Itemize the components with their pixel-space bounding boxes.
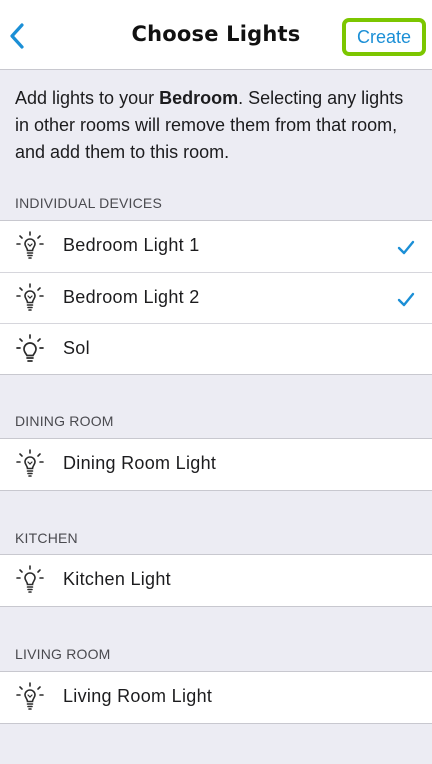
section-header-living-room: LIVING ROOM	[15, 646, 111, 662]
light-row-dining-room-light[interactable]: Dining Room Light	[0, 439, 432, 490]
intro-text: Add lights to your Bedroom. Selecting an…	[15, 85, 415, 166]
light-row-kitchen-light[interactable]: Kitchen Light	[0, 555, 432, 606]
section-header-dining-room: DINING ROOM	[15, 413, 114, 429]
intro-room-name: Bedroom	[159, 88, 239, 108]
checkmark-icon	[397, 240, 415, 255]
checkmark-icon	[397, 292, 415, 307]
create-button[interactable]: Create	[342, 18, 426, 56]
light-label: Sol	[63, 338, 90, 358]
light-label: Kitchen Light	[63, 569, 171, 589]
light-group-individual-devices: Bedroom Light 1 Bedroom Light 2 Sol	[0, 220, 432, 375]
intro-prefix: Add lights to your	[15, 88, 160, 108]
light-row-bedroom-light-1[interactable]: Bedroom Light 1	[0, 221, 432, 272]
bulb-icon	[16, 565, 44, 593]
light-group-living-room: Living Room Light	[0, 671, 432, 724]
bulb-on-icon	[16, 283, 44, 311]
round-bulb-icon	[16, 334, 44, 362]
light-row-sol[interactable]: Sol	[0, 323, 432, 374]
section-header-individual-devices: INDIVIDUAL DEVICES	[15, 195, 163, 211]
light-group-dining-room: Dining Room Light	[0, 438, 432, 491]
navigation-bar: Choose Lights Create	[0, 0, 432, 70]
bulb-on-icon	[16, 449, 44, 477]
bulb-on-icon	[16, 682, 44, 710]
light-label: Bedroom Light 2	[63, 287, 200, 307]
light-row-living-room-light[interactable]: Living Room Light	[0, 672, 432, 723]
light-row-bedroom-light-2[interactable]: Bedroom Light 2	[0, 272, 432, 323]
light-label: Dining Room Light	[63, 453, 217, 473]
light-label: Bedroom Light 1	[63, 235, 200, 255]
bulb-on-icon	[16, 231, 44, 259]
light-label: Living Room Light	[63, 686, 213, 706]
choose-lights-screen: Choose Lights Create Add lights to your …	[0, 0, 432, 764]
light-group-kitchen: Kitchen Light	[0, 554, 432, 607]
section-header-kitchen: KITCHEN	[15, 530, 78, 546]
